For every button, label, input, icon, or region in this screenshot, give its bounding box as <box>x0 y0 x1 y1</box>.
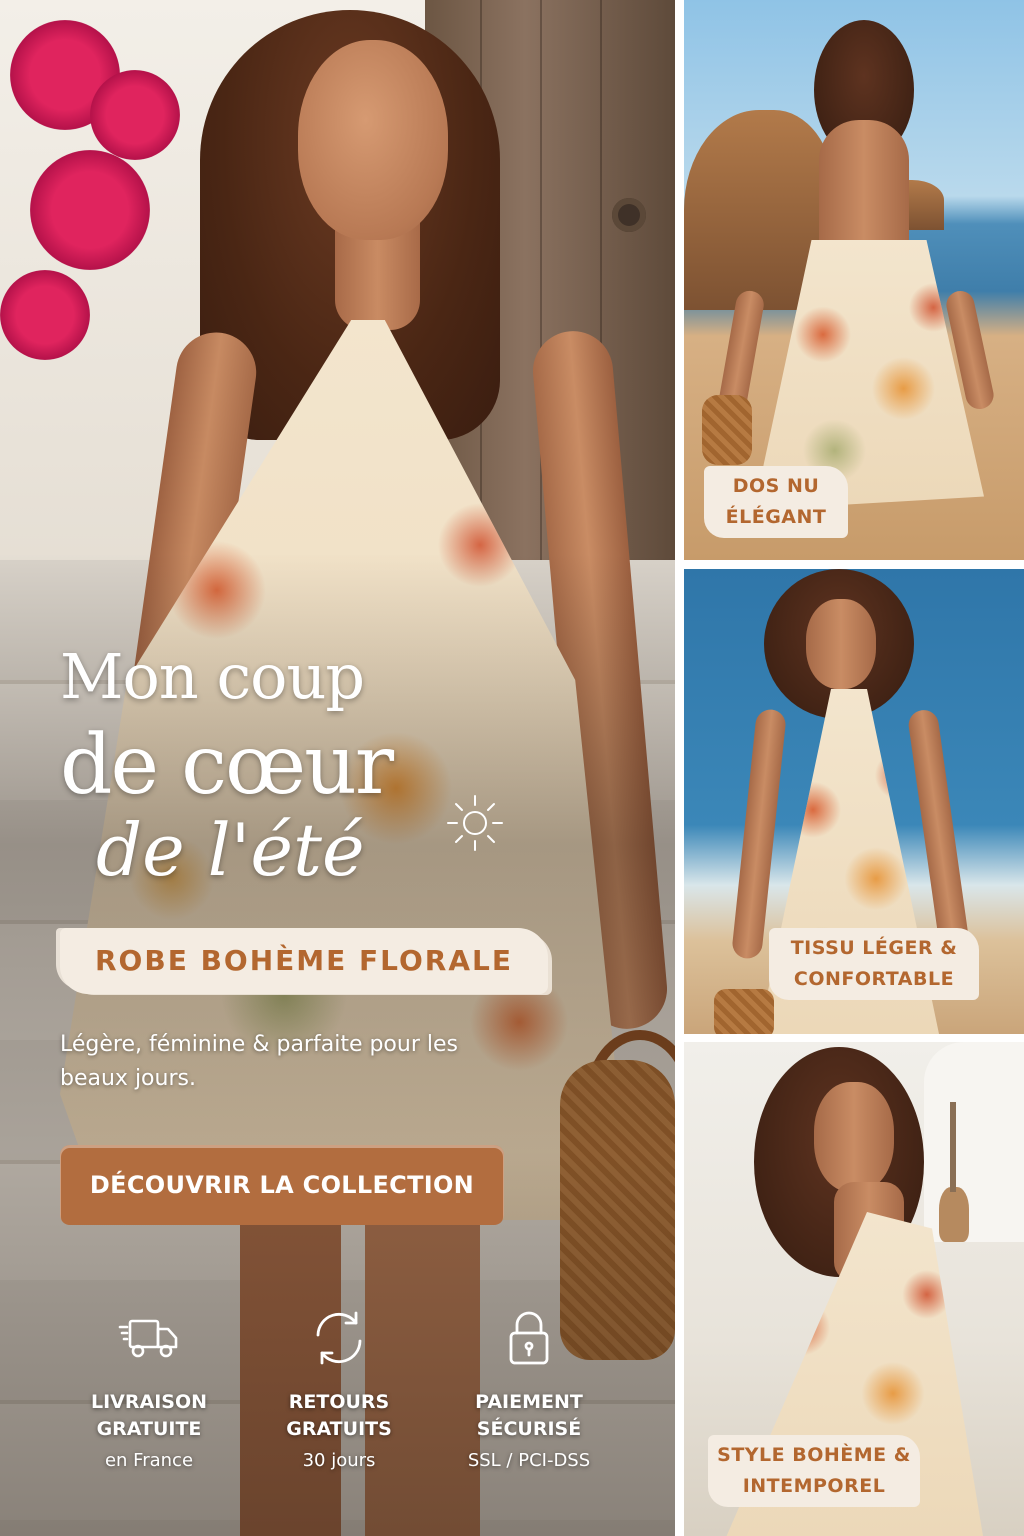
truck-icon <box>118 1319 178 1358</box>
hero-subtitle: Légère, féminine & parfaite pour les bea… <box>60 1032 458 1091</box>
straw-bag <box>702 395 752 465</box>
feature-title: PAIEMENT SÉCURISÉ <box>475 1391 583 1440</box>
gallery-image-front[interactable]: TISSU LÉGER & CONFORTABLE <box>684 569 1024 1034</box>
product-label: ROBE BOHÈME FLORALE <box>95 944 513 977</box>
feature-subtitle: 30 jours <box>302 1450 376 1471</box>
gallery-image-back[interactable]: DOS NU ÉLÉGANT <box>684 0 1024 560</box>
headline-line-2: de cœur <box>60 718 394 813</box>
feature-title: LIVRAISON GRATUITE <box>90 1391 208 1440</box>
feature-subtitle: en France <box>104 1450 194 1471</box>
straw-bag <box>714 989 774 1034</box>
gallery-label: DOS NU ÉLÉGANT <box>704 466 848 538</box>
promo-banner: Mon coup de cœur de l'été ROBE BOHÈME FL… <box>0 0 1024 1536</box>
feature-secure-payment: PAIEMENT SÉCURISÉ SSL / PCI-DSS <box>434 1305 624 1505</box>
gallery-image-side[interactable]: STYLE BOHÈME & INTEMPOREL <box>684 1042 1024 1536</box>
feature-title: RETOURS GRATUITS <box>286 1391 392 1440</box>
gallery-label: STYLE BOHÈME & INTEMPOREL <box>708 1435 920 1507</box>
vase <box>939 1187 969 1242</box>
sun-icon <box>447 795 503 851</box>
headline-line-1: Mon coup <box>60 640 365 713</box>
dried-branch <box>950 1102 956 1192</box>
refresh-icon <box>316 1311 362 1365</box>
feature-free-returns: RETOURS GRATUITS 30 jours <box>244 1305 434 1505</box>
lock-icon <box>509 1311 549 1365</box>
gallery-label: TISSU LÉGER & CONFORTABLE <box>769 928 979 1000</box>
features-row: LIVRAISON GRATUITE en France RETOURS GRA… <box>54 1305 624 1505</box>
discover-collection-button[interactable]: DÉCOUVRIR LA COLLECTION <box>60 1145 504 1225</box>
headline-line-3: de l'été <box>96 808 365 892</box>
feature-subtitle: SSL / PCI-DSS <box>467 1450 591 1471</box>
feature-free-delivery: LIVRAISON GRATUITE en France <box>54 1305 244 1505</box>
